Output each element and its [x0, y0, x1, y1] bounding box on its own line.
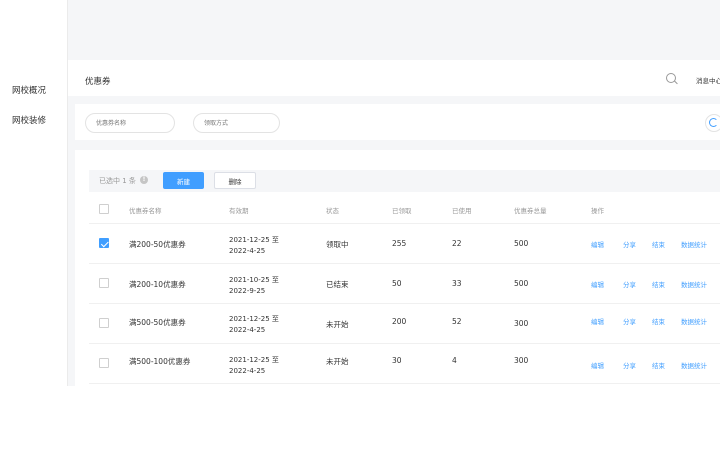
search-icon[interactable] [666, 73, 676, 83]
header-coupon-name: 优惠券名称 [129, 207, 162, 215]
used-count: 52 [452, 317, 462, 326]
claim-method-input[interactable] [193, 113, 280, 133]
new-coupon-button[interactable]: 新建 [163, 172, 204, 189]
validity-period: 2021-12-25 至 2022-4-25 [229, 315, 279, 334]
coupon-name: 满200-50优惠券 [129, 240, 186, 249]
coupon-name: 满200-10优惠券 [129, 280, 186, 289]
data-stats-link[interactable]: 数据统计 [681, 239, 707, 249]
coupon-name: 满500-50优惠券 [129, 318, 186, 327]
refresh-icon [709, 118, 718, 127]
edit-link[interactable]: 编辑 [591, 316, 604, 326]
select-all-checkbox[interactable] [99, 204, 109, 214]
edit-link[interactable]: 编辑 [591, 360, 604, 370]
coupon-status: 领取中 [326, 240, 349, 249]
used-count: 22 [452, 239, 462, 248]
row-checkbox[interactable] [99, 358, 109, 368]
header-total: 优惠券总量 [514, 207, 547, 215]
total-count: 300 [514, 319, 529, 328]
claimed-count: 50 [392, 279, 402, 288]
table-row: 满200-10优惠券 2021-10-25 至 2022-9-25 已结束 50 … [89, 264, 720, 304]
data-stats-link[interactable]: 数据统计 [681, 316, 707, 326]
delete-button[interactable]: 删除 [214, 172, 256, 189]
end-link[interactable]: 结束 [652, 360, 665, 370]
coupon-name-input[interactable] [85, 113, 175, 133]
share-link[interactable]: 分享 [623, 279, 636, 289]
header-used: 已使用 [452, 207, 472, 215]
validity-period: 2021-10-25 至 2022-9-25 [229, 276, 279, 295]
edit-link[interactable]: 编辑 [591, 279, 604, 289]
used-count: 4 [452, 356, 457, 365]
header-status: 状态 [326, 207, 339, 215]
row-checkbox[interactable] [99, 318, 109, 328]
share-link[interactable]: 分享 [623, 360, 636, 370]
used-count: 33 [452, 279, 462, 288]
claimed-count: 255 [392, 239, 407, 248]
coupon-status: 已结束 [326, 280, 349, 289]
coupon-status: 未开始 [326, 357, 349, 366]
total-count: 300 [514, 356, 529, 365]
row-checkbox[interactable] [99, 238, 109, 248]
main-content: 优惠券 消息中心 已选中 1 条 ! 新建 删除 优惠券名称 有效期 状态 已领… [68, 0, 720, 386]
row-checkbox[interactable] [99, 278, 109, 288]
page-header: 优惠券 消息中心 [68, 60, 720, 96]
sidebar-item-school-decoration[interactable]: 网校装修 [12, 114, 46, 126]
header-validity: 有效期 [229, 207, 249, 215]
sidebar-item-school-overview[interactable]: 网校概况 [12, 84, 46, 96]
table-row: 满500-50优惠券 2021-12-25 至 2022-4-25 未开始 200… [89, 304, 720, 344]
message-center-link[interactable]: 消息中心 [696, 75, 720, 85]
coupon-table-panel: 已选中 1 条 ! 新建 删除 优惠券名称 有效期 状态 已领取 已使用 优惠券… [75, 150, 720, 386]
table-row: 满200-50优惠券 2021-12-25 至 2022-4-25 领取中 255… [89, 224, 720, 264]
filter-bar [75, 104, 720, 140]
end-link[interactable]: 结束 [652, 316, 665, 326]
info-icon: ! [140, 176, 148, 184]
coupon-status: 未开始 [326, 320, 349, 329]
data-stats-link[interactable]: 数据统计 [681, 360, 707, 370]
total-count: 500 [514, 239, 529, 248]
end-link[interactable]: 结束 [652, 279, 665, 289]
table-row: 满500-100优惠券 2021-12-25 至 2022-4-25 未开始 30… [89, 344, 720, 384]
table-header: 优惠券名称 有效期 状态 已领取 已使用 优惠券总量 操作 [89, 194, 720, 224]
claimed-count: 30 [392, 356, 402, 365]
validity-period: 2021-12-25 至 2022-4-25 [229, 236, 279, 255]
data-stats-link[interactable]: 数据统计 [681, 279, 707, 289]
validity-period: 2021-12-25 至 2022-4-25 [229, 356, 279, 375]
coupon-name: 满500-100优惠券 [129, 357, 191, 366]
share-link[interactable]: 分享 [623, 239, 636, 249]
refresh-button[interactable] [705, 114, 720, 132]
sidebar: 网校概况 网校装修 [0, 0, 68, 386]
header-claimed: 已领取 [392, 207, 412, 215]
table-toolbar: 已选中 1 条 ! 新建 删除 [89, 170, 720, 192]
total-count: 500 [514, 279, 529, 288]
share-link[interactable]: 分享 [623, 316, 636, 326]
header-actions: 操作 [591, 207, 604, 215]
page-title: 优惠券 [85, 77, 111, 87]
claimed-count: 200 [392, 317, 407, 326]
end-link[interactable]: 结束 [652, 239, 665, 249]
selected-count-text: 已选中 1 条 [99, 177, 136, 185]
edit-link[interactable]: 编辑 [591, 239, 604, 249]
